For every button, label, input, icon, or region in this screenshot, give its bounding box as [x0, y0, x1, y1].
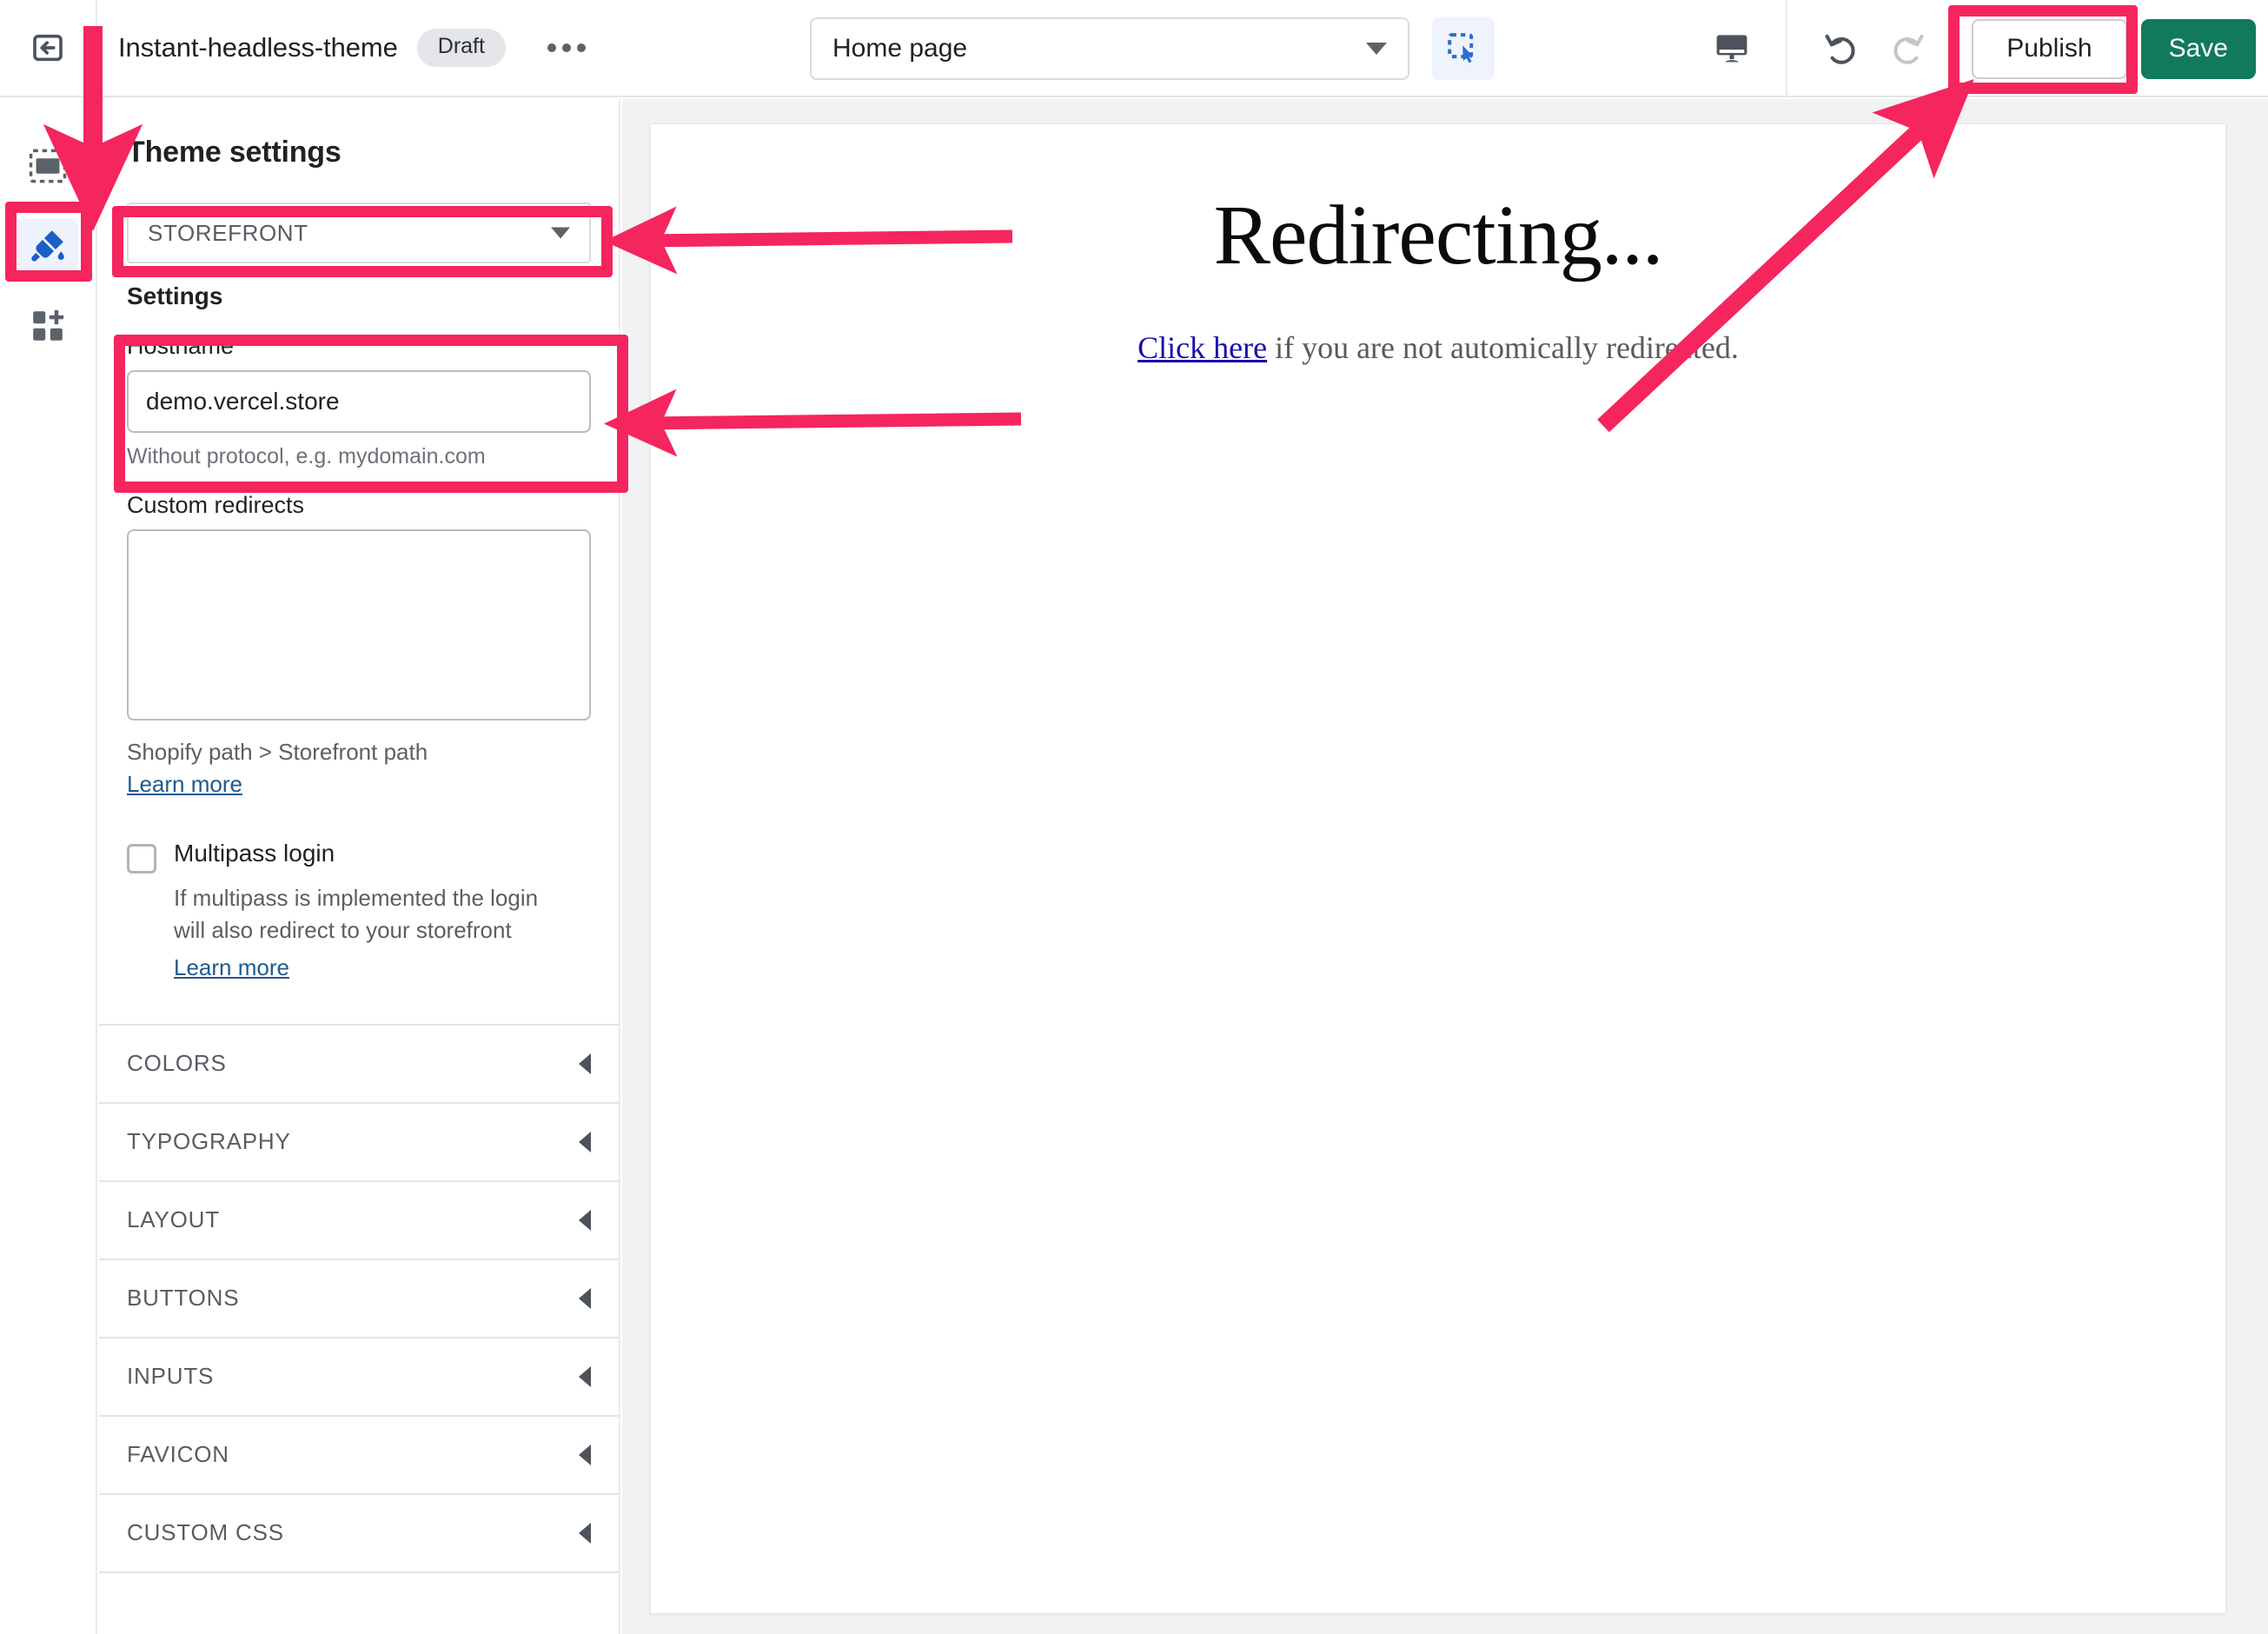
preview-canvas[interactable]: Redirecting... Click here if you are not… [650, 123, 2226, 1614]
multipass-login-checkbox[interactable] [127, 844, 156, 873]
accordion-row[interactable]: LAYOUT [99, 1181, 619, 1260]
settings-accordion-list: COLORS TYPOGRAPHY LAYOUT BUTTONS INPUTS FAVIC… [99, 1025, 619, 1573]
accordion-title: COLORS [127, 1050, 227, 1077]
chevron-left-icon [579, 1365, 591, 1387]
hostname-help: Without protocol, e.g. mydomain.com [127, 444, 486, 468]
ellipsis-dot [561, 43, 571, 52]
device-preview-zone [1674, 0, 1788, 97]
multipass-login-label: Multipass login [174, 840, 335, 867]
chevron-down-icon [1366, 43, 1387, 55]
accordion-row[interactable]: TYPOGRAPHY [99, 1103, 619, 1182]
custom-redirects-field-block: Custom redirects Shopify path > Storefro… [99, 469, 619, 798]
accordion-title: FAVICON [127, 1441, 229, 1468]
history-controls [1787, 0, 1958, 97]
chevron-left-icon [579, 1522, 591, 1544]
multipass-login-help: If multipass is implemented the login wi… [99, 873, 586, 984]
sidebar-item-sections[interactable] [17, 139, 78, 193]
sidebar-item-theme-settings[interactable] [17, 219, 78, 273]
preview-subtext: Click here if you are not automically re… [651, 284, 2225, 366]
chevron-left-icon [579, 1287, 591, 1309]
publish-button[interactable]: Publish [1972, 18, 2127, 79]
accordion-title: LAYOUT [127, 1206, 220, 1233]
multipass-login-row[interactable]: Multipass login [99, 798, 619, 873]
accordion-row[interactable]: BUTTONS [99, 1259, 619, 1338]
accordion-title: BUTTONS [127, 1285, 240, 1312]
save-button[interactable]: Save [2140, 18, 2256, 79]
accordion-title: CUSTOM CSS [127, 1519, 284, 1546]
settings-heading: Settings [127, 282, 223, 309]
preview-click-here-link[interactable]: Click here [1137, 330, 1267, 365]
theme-editor-app: Instant-headless-theme Draft Home page P… [0, 0, 2268, 1634]
desktop-monitor-icon[interactable] [1704, 21, 1760, 76]
panel-title: Theme settings [127, 136, 342, 169]
ellipsis-icon[interactable] [537, 35, 596, 61]
custom-redirects-textarea[interactable] [127, 529, 591, 721]
accordion-title: TYPOGRAPHY [127, 1128, 291, 1155]
accordion-row[interactable]: INPUTS [99, 1338, 619, 1417]
page-title: Instant-headless-theme [118, 32, 398, 63]
page-selector-group: Home page [810, 17, 1495, 80]
preview-area: Redirecting... Click here if you are not… [622, 99, 2268, 1634]
settings-group-value: STOREFRONT [148, 219, 308, 246]
multipass-learn-more-link[interactable]: Learn more [174, 952, 289, 984]
page-selector-dropdown[interactable]: Home page [810, 17, 1409, 80]
exit-editor-zone [0, 0, 97, 96]
accordion-row[interactable]: COLORS [99, 1025, 619, 1104]
custom-redirects-help: Shopify path > Storefront path [127, 739, 428, 765]
chevron-left-icon [579, 1131, 591, 1152]
undo-arrow-icon[interactable] [1814, 21, 1869, 76]
publish-wrap: Publish [1958, 18, 2140, 79]
hostname-input[interactable] [127, 370, 591, 433]
settings-group-dropdown[interactable]: STOREFRONT [127, 203, 591, 263]
preview-subtext-rest: if you are not automically redirected. [1267, 330, 1739, 365]
theme-settings-panel: Theme settings STOREFRONT Settings Hostn… [99, 99, 620, 1634]
ellipsis-dot [547, 43, 556, 52]
chevron-left-icon [579, 1444, 591, 1465]
preview-heading: Redirecting... [1213, 189, 1664, 282]
custom-redirects-learn-more-link[interactable]: Learn more [127, 771, 242, 798]
top-actions: Publish Save [1674, 0, 2268, 97]
accordion-row[interactable]: FAVICON [99, 1416, 619, 1495]
top-toolbar: Instant-headless-theme Draft Home page P… [0, 0, 2268, 97]
sidebar-item-apps[interactable] [17, 299, 78, 353]
redo-arrow-icon[interactable] [1880, 21, 1935, 76]
multipass-help-text: If multipass is implemented the login wi… [174, 885, 539, 943]
chevron-down-icon [551, 227, 570, 239]
back-arrow-icon[interactable] [24, 24, 71, 71]
page-selector-value: Home page [832, 34, 968, 63]
custom-redirects-label: Custom redirects [127, 492, 305, 518]
hostname-label: Hostname [127, 333, 235, 359]
accordion-title: INPUTS [127, 1363, 215, 1390]
editor-icon-rail [0, 99, 97, 1634]
status-badge: Draft [416, 29, 506, 67]
selection-cursor-icon[interactable] [1432, 17, 1495, 80]
chevron-left-icon [579, 1053, 591, 1074]
accordion-row[interactable]: CUSTOM CSS [99, 1494, 619, 1573]
chevron-left-icon [579, 1209, 591, 1231]
theme-identity: Instant-headless-theme Draft [97, 29, 596, 67]
ellipsis-dot [576, 43, 586, 52]
hostname-field-block: Hostname Without protocol, e.g. mydomain… [99, 310, 619, 469]
